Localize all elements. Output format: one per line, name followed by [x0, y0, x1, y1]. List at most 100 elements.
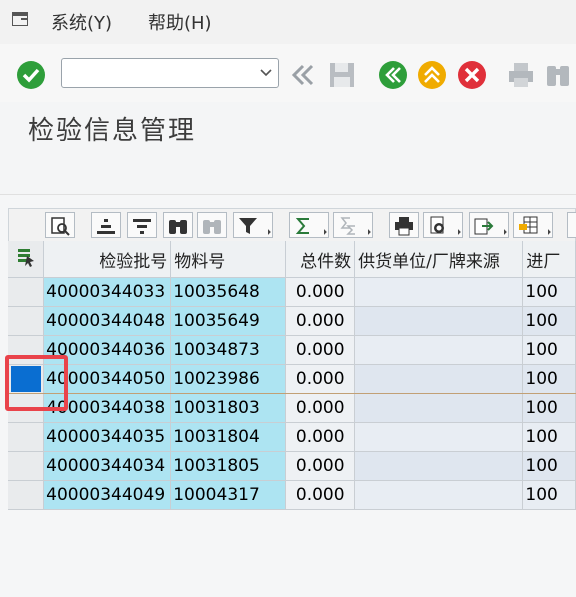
table-row[interactable]: 40000344049 10004317 0.000 100	[8, 480, 576, 510]
entry-cell[interactable]: 100	[522, 335, 576, 365]
column-header[interactable]: 总件数	[285, 241, 356, 278]
print-preview-button[interactable]	[389, 212, 419, 238]
sort-descending-button[interactable]	[127, 212, 157, 238]
subtotal-button[interactable]	[333, 212, 373, 238]
supplier-cell[interactable]	[354, 451, 524, 481]
header-row: 检验批号 物料号 总件数 供货单位/厂牌来源 进厂	[8, 241, 576, 278]
inspection-lot-cell[interactable]: 40000344048	[43, 306, 172, 336]
column-header[interactable]: 进厂	[522, 241, 576, 278]
select-all-icon[interactable]	[16, 247, 36, 267]
table-row-selected[interactable]: 40000344050 10023986 0.000 100	[8, 364, 576, 394]
layout-button[interactable]	[513, 212, 553, 238]
cancel-icon[interactable]	[457, 60, 487, 90]
page-title: 检验信息管理	[28, 116, 197, 146]
row-selector[interactable]	[8, 306, 45, 336]
supplier-cell[interactable]	[354, 364, 524, 394]
material-cell[interactable]: 10035648	[170, 277, 287, 307]
table-row[interactable]: 40000344033 10035648 0.000 100	[8, 277, 576, 307]
command-field[interactable]	[61, 58, 279, 88]
entry-cell[interactable]: 100	[522, 451, 576, 481]
material-cell[interactable]: 10031804	[170, 422, 287, 452]
exit-icon[interactable]	[417, 60, 447, 90]
more-button[interactable]	[567, 212, 576, 238]
printer-icon	[395, 217, 413, 236]
enter-check-icon[interactable]	[16, 60, 46, 90]
row-selector[interactable]	[8, 451, 45, 481]
details-button[interactable]	[45, 212, 75, 238]
back-icon[interactable]	[378, 60, 408, 90]
subtotal-icon	[340, 217, 355, 235]
alv-toolbar	[8, 208, 576, 241]
inspection-lot-cell[interactable]: 40000344035	[43, 422, 172, 452]
entry-cell[interactable]: 100	[522, 277, 576, 307]
views-button[interactable]	[423, 212, 463, 238]
supplier-cell[interactable]	[354, 480, 524, 510]
entry-cell[interactable]: 100	[522, 393, 576, 423]
details-icon	[51, 217, 70, 236]
row-selector[interactable]	[8, 277, 45, 307]
chevron-down-icon	[455, 229, 461, 235]
find-icon[interactable]	[543, 60, 573, 90]
double-chevron-left-icon[interactable]	[287, 60, 317, 90]
quantity-cell[interactable]: 0.000	[285, 451, 356, 481]
inspection-lot-cell[interactable]: 40000344049	[43, 480, 172, 510]
chevron-down-icon	[321, 229, 327, 235]
column-header[interactable]: 物料号	[170, 241, 287, 278]
column-header[interactable]: 供货单位/厂牌来源	[354, 241, 524, 278]
quantity-cell[interactable]: 0.000	[285, 335, 356, 365]
find-next-button[interactable]	[197, 212, 227, 238]
menu-bar: 系统(Y) 帮助(H)	[0, 0, 576, 44]
print-icon[interactable]	[506, 60, 536, 90]
row-selector[interactable]	[8, 422, 45, 452]
inspection-lot-cell[interactable]: 40000344033	[43, 277, 172, 307]
inspection-lot-cell[interactable]: 40000344034	[43, 451, 172, 481]
chevron-down-icon	[365, 229, 371, 235]
save-icon[interactable]	[327, 60, 357, 90]
quantity-cell[interactable]: 0.000	[285, 306, 356, 336]
material-cell[interactable]: 10004317	[170, 480, 287, 510]
quantity-cell[interactable]: 0.000	[285, 422, 356, 452]
table-row[interactable]: 40000344036 10034873 0.000 100	[8, 335, 576, 365]
supplier-cell[interactable]	[354, 335, 524, 365]
entry-cell[interactable]: 100	[522, 422, 576, 452]
chevron-down-icon	[265, 229, 271, 235]
supplier-cell[interactable]	[354, 306, 524, 336]
data-table: 检验批号 物料号 总件数 供货单位/厂牌来源 进厂 40000344033 10…	[8, 241, 576, 510]
material-cell[interactable]: 10023986	[170, 364, 287, 394]
sort-ascending-button[interactable]	[91, 212, 121, 238]
view-icon	[430, 216, 444, 234]
total-button[interactable]	[289, 212, 329, 238]
entry-cell[interactable]: 100	[522, 306, 576, 336]
table-row[interactable]: 40000344035 10031804 0.000 100	[8, 422, 576, 452]
column-header[interactable]: 检验批号	[43, 241, 172, 278]
entry-cell[interactable]: 100	[522, 364, 576, 394]
material-cell[interactable]: 10031803	[170, 393, 287, 423]
quantity-cell[interactable]: 0.000	[285, 277, 356, 307]
sort-descending-icon	[133, 219, 151, 234]
sum-icon	[295, 218, 309, 234]
filter-icon	[239, 218, 257, 234]
find-button[interactable]	[163, 212, 193, 238]
menu-help[interactable]: 帮助(H)	[148, 9, 212, 35]
menu-icon[interactable]	[12, 12, 28, 26]
quantity-cell[interactable]: 0.000	[285, 480, 356, 510]
supplier-cell[interactable]	[354, 393, 524, 423]
table-row[interactable]: 40000344038 10031803 0.000 100	[8, 393, 576, 423]
export-icon	[474, 218, 494, 235]
material-cell[interactable]: 10035649	[170, 306, 287, 336]
entry-cell[interactable]: 100	[522, 480, 576, 510]
row-selector[interactable]	[8, 480, 45, 510]
supplier-cell[interactable]	[354, 277, 524, 307]
chevron-down-icon[interactable]	[260, 68, 272, 78]
table-row[interactable]: 40000344048 10035649 0.000 100	[8, 306, 576, 336]
export-button[interactable]	[469, 212, 509, 238]
material-cell[interactable]: 10031805	[170, 451, 287, 481]
material-cell[interactable]: 10034873	[170, 335, 287, 365]
filter-button[interactable]	[233, 212, 273, 238]
quantity-cell[interactable]: 0.000	[285, 364, 356, 394]
table-row[interactable]: 40000344034 10031805 0.000 100	[8, 451, 576, 481]
supplier-cell[interactable]	[354, 422, 524, 452]
menu-system[interactable]: 系统(Y)	[51, 9, 112, 35]
select-all-cell[interactable]	[8, 241, 45, 278]
quantity-cell[interactable]: 0.000	[285, 393, 356, 423]
